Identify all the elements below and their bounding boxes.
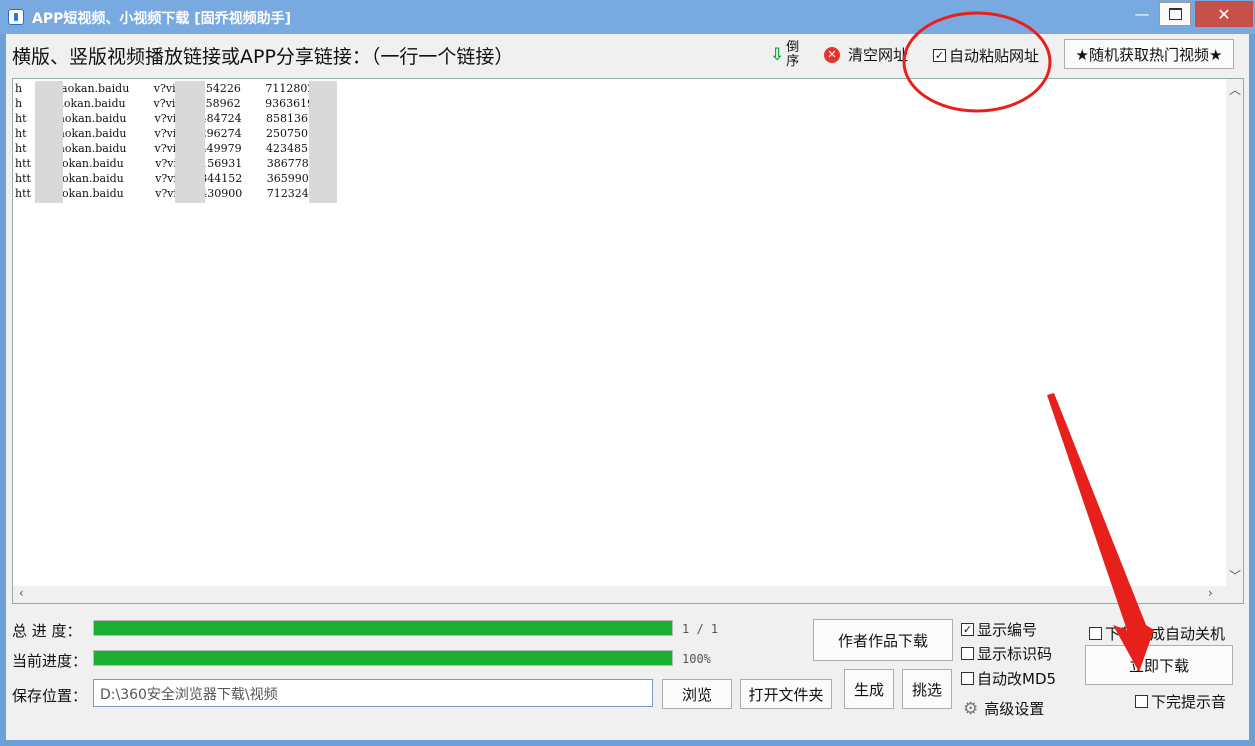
clear-icon: ✕ <box>824 46 840 63</box>
main-panel: 横版、竖版视频播放链接或APP分享链接：（一行一个链接） ⇩ 倒 序 ✕ 清空网… <box>6 34 1249 740</box>
finish-sound-check-icon <box>1135 695 1148 708</box>
link-instruction: 横版、竖版视频播放链接或APP分享链接：（一行一个链接） <box>12 46 514 68</box>
save-location-label: 保存位置： <box>12 687 88 705</box>
auto-md5-label: 自动改MD5 <box>977 670 1057 688</box>
url-textarea[interactable]: h //haokan.baidu v?vid=5354226 7112802 h … <box>12 78 1244 604</box>
finish-sound-label: 下完提示音 <box>1151 693 1227 711</box>
show-number-checkbox[interactable]: ✓ 显示编号 <box>961 619 1037 640</box>
show-number-label: 显示编号 <box>977 621 1038 639</box>
title-bar: APP短视频、小视频下载 [固乔视频助手] — ✕ <box>0 0 1255 34</box>
close-button[interactable]: ✕ <box>1195 1 1253 27</box>
random-hot-video-button[interactable]: ★随机获取热门视频★ <box>1064 39 1234 69</box>
minimize-button[interactable]: — <box>1125 0 1159 28</box>
pick-button[interactable]: 挑选 <box>902 669 952 709</box>
browse-button[interactable]: 浏览 <box>662 679 732 709</box>
maximize-button[interactable] <box>1159 2 1191 26</box>
scroll-right-icon[interactable]: › <box>1208 586 1213 600</box>
reverse-order-label: 倒 序 <box>786 41 799 69</box>
total-progress-value: 1 / 1 <box>682 622 719 636</box>
generate-button[interactable]: 生成 <box>844 669 894 709</box>
arrow-down-icon: ⇩ <box>770 45 785 65</box>
show-id-check-icon <box>961 647 974 660</box>
current-progress-label: 当前进度： <box>12 652 88 670</box>
author-works-download-button[interactable]: 作者作品下载 <box>813 619 953 661</box>
finish-sound-checkbox[interactable]: 下完提示音 <box>1135 691 1226 712</box>
show-number-check-icon: ✓ <box>961 623 974 636</box>
vertical-scrollbar[interactable]: ︿ ﹀ <box>1226 79 1243 586</box>
scroll-up-icon[interactable]: ︿ <box>1229 81 1241 98</box>
open-folder-button[interactable]: 打开文件夹 <box>740 679 832 709</box>
reverse-label-line1: 倒 <box>786 40 800 55</box>
gear-icon: ⚙ <box>963 698 979 719</box>
auto-shutdown-checkbox[interactable]: 下载完成自动关机 <box>1089 623 1225 644</box>
window-title: APP短视频、小视频下载 [固乔视频助手] <box>32 11 292 27</box>
auto-paste-checkbox[interactable]: ✓ 自动粘贴网址 <box>933 45 1039 66</box>
current-progress-fill <box>94 651 672 665</box>
current-progress-value: 100% <box>682 652 711 666</box>
download-now-button[interactable]: 立即下载 <box>1085 645 1233 685</box>
auto-shutdown-check-icon <box>1089 627 1102 640</box>
save-path-input[interactable]: D:\360安全浏览器下载\视频 <box>93 679 653 707</box>
auto-md5-check-icon <box>961 672 974 685</box>
total-progress-fill <box>94 621 672 635</box>
auto-paste-check-icon: ✓ <box>933 49 946 62</box>
scroll-left-icon[interactable]: ‹ <box>19 586 24 600</box>
current-progress-bar <box>93 650 673 666</box>
scroll-down-icon[interactable]: ﹀ <box>1229 567 1241 584</box>
show-id-checkbox[interactable]: 显示标识码 <box>961 643 1052 664</box>
auto-paste-label: 自动粘贴网址 <box>949 47 1040 65</box>
total-progress-label: 总 进 度： <box>12 622 82 640</box>
clear-urls-button[interactable]: ✕ 清空网址 <box>824 44 908 65</box>
maximize-icon <box>1168 8 1182 20</box>
show-id-label: 显示标识码 <box>977 645 1053 663</box>
advanced-settings-button[interactable]: ⚙ 高级设置 <box>963 698 1044 719</box>
reverse-order-button[interactable]: ⇩ 倒 序 <box>770 40 799 70</box>
app-icon <box>8 9 24 25</box>
redaction-block <box>175 81 205 203</box>
horizontal-scrollbar[interactable]: ‹ › <box>13 586 1243 603</box>
redaction-block <box>35 81 63 203</box>
redaction-block <box>309 81 337 203</box>
reverse-label-line2: 序 <box>786 54 800 69</box>
total-progress-bar <box>93 620 673 636</box>
clear-urls-label: 清空网址 <box>848 46 909 64</box>
auto-shutdown-label: 下载完成自动关机 <box>1105 625 1226 643</box>
auto-md5-checkbox[interactable]: 自动改MD5 <box>961 668 1056 689</box>
advanced-settings-label: 高级设置 <box>984 700 1045 718</box>
